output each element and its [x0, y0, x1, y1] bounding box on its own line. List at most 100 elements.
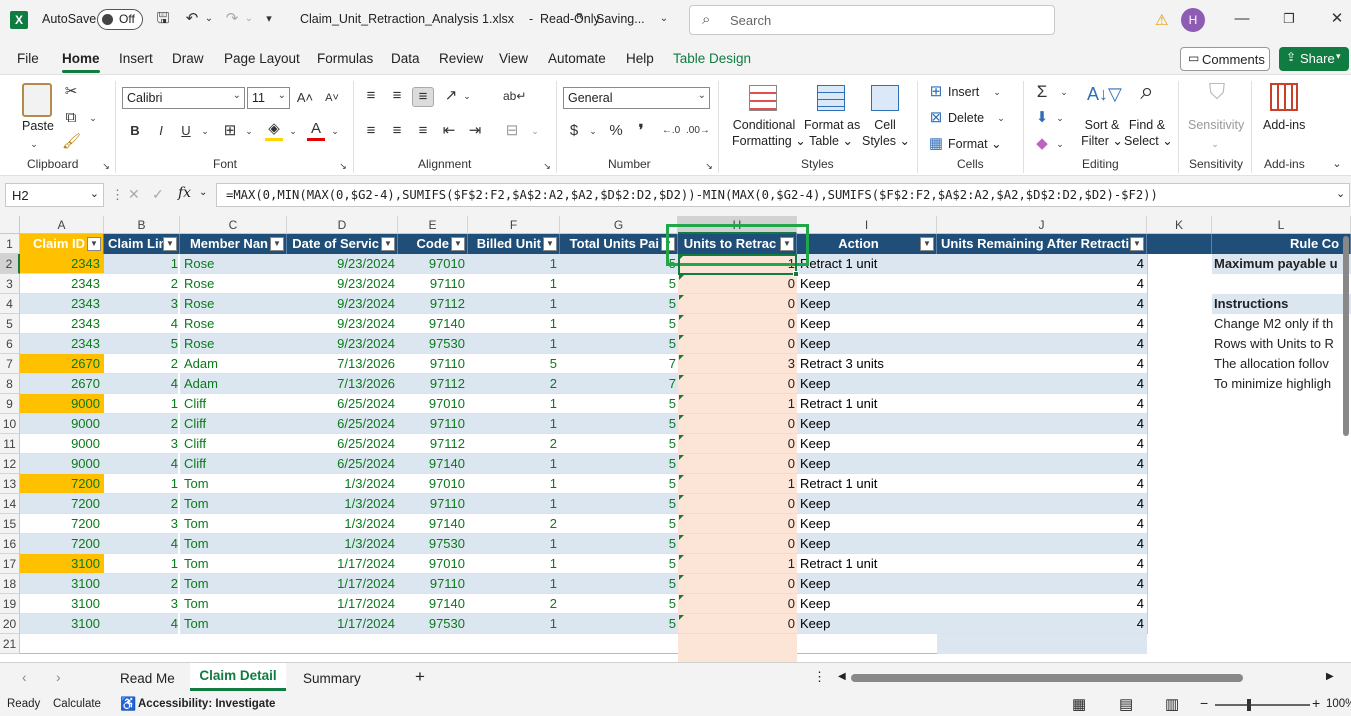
comma-style-icon[interactable]: ❜ [634, 122, 648, 140]
table-cell[interactable]: 4 [937, 454, 1147, 474]
table-cell[interactable]: 1 [468, 554, 560, 574]
table-cell[interactable]: 3100 [20, 614, 104, 634]
table-cell[interactable]: Keep [797, 534, 937, 554]
add-sheet-icon[interactable]: + [415, 667, 425, 687]
table-cell[interactable]: 97110 [398, 274, 468, 294]
increase-decimal-icon[interactable]: ←.0 [660, 122, 682, 140]
table-cell[interactable]: 1 [104, 254, 178, 274]
table-cell[interactable]: 2 [468, 434, 560, 454]
table-header-cell[interactable]: Action ▼ [797, 234, 937, 254]
scroll-right-icon[interactable]: ▶ [1326, 671, 1334, 682]
table-cell[interactable]: Keep [797, 414, 937, 434]
format-as-table-icon[interactable] [817, 85, 845, 111]
table-cell[interactable]: 97010 [398, 394, 468, 414]
table-cell[interactable]: Cliff [180, 454, 287, 474]
fill-color-dropdown-icon[interactable]: ⌄ [288, 122, 298, 140]
align-right-icon[interactable]: ≡ [414, 122, 432, 140]
table-cell[interactable]: Retract 1 unit [797, 394, 937, 414]
table-header-cell[interactable]: Billed Unit ▼ [468, 234, 560, 254]
clear-icon[interactable]: ◆ [1034, 135, 1050, 153]
error-indicator-icon[interactable] [679, 495, 684, 500]
number-launcher-icon[interactable]: ↘ [704, 157, 714, 175]
row-header[interactable]: 10 [0, 414, 20, 434]
row-header[interactable]: 3 [0, 274, 20, 294]
sort-filter-button[interactable]: Sort & Filter ⌄ [1080, 117, 1124, 149]
table-cell[interactable]: 0 [678, 314, 797, 334]
fill-color-icon[interactable]: ◈ [265, 120, 283, 141]
error-indicator-icon[interactable] [679, 395, 684, 400]
table-cell[interactable]: 1 [678, 394, 797, 414]
table-cell[interactable]: 2 [104, 494, 178, 514]
table-cell[interactable]: Keep [797, 594, 937, 614]
table-cell[interactable]: Tom [180, 594, 287, 614]
clear-dropdown-icon[interactable]: ⌄ [1055, 135, 1065, 153]
table-cell[interactable]: 7200 [20, 514, 104, 534]
error-indicator-icon[interactable] [679, 275, 684, 280]
table-header-cell[interactable]: Total Units Pai ▼ [560, 234, 678, 254]
table-cell[interactable]: 0 [678, 334, 797, 354]
error-indicator-icon[interactable] [679, 355, 684, 360]
customize-qat-icon[interactable]: ▾ [262, 10, 276, 28]
table-cell[interactable]: 97140 [398, 594, 468, 614]
tab-formulas[interactable]: Formulas [317, 51, 373, 66]
error-indicator-icon[interactable] [679, 535, 684, 540]
table-cell[interactable]: 9/23/2024 [287, 294, 398, 314]
paste-button[interactable]: Paste [22, 118, 54, 134]
decrease-decimal-icon[interactable]: .00→ [686, 122, 710, 140]
table-cell[interactable]: 2343 [20, 294, 104, 314]
row-header[interactable]: 18 [0, 574, 20, 594]
tab-page-layout[interactable]: Page Layout [224, 51, 300, 66]
table-cell[interactable]: 2343 [20, 334, 104, 354]
table-cell[interactable]: 3100 [20, 554, 104, 574]
tab-help[interactable]: Help [626, 51, 654, 66]
filter-dropdown-icon[interactable]: ▼ [1130, 237, 1144, 251]
borders-dropdown-icon[interactable]: ⌄ [244, 122, 254, 140]
name-box[interactable]: H2 ⌄ [5, 183, 104, 207]
tab-insert[interactable]: Insert [119, 51, 153, 66]
table-cell[interactable]: 2 [104, 414, 178, 434]
table-cell[interactable]: 4 [937, 294, 1147, 314]
minimize-icon[interactable]: — [1232, 10, 1252, 28]
tab-data[interactable]: Data [391, 51, 420, 66]
table-cell[interactable]: Tom [180, 534, 287, 554]
insert-function-icon[interactable]: fx [178, 185, 191, 201]
table-cell[interactable]: 2343 [20, 314, 104, 334]
row-header[interactable]: 14 [0, 494, 20, 514]
autosave-toggle[interactable]: Off [97, 9, 143, 30]
table-cell[interactable]: 5 [560, 434, 678, 454]
conditional-formatting-icon[interactable] [749, 85, 777, 111]
table-cell[interactable]: 0 [678, 594, 797, 614]
table-cell[interactable]: 97110 [398, 574, 468, 594]
error-indicator-icon[interactable] [679, 415, 684, 420]
calculate-status[interactable]: Calculate [53, 698, 101, 710]
rule-text-cell[interactable]: Rows with Units to R [1212, 334, 1351, 354]
table-cell[interactable]: 1/17/2024 [287, 574, 398, 594]
rule-text-cell[interactable]: Change M2 only if th [1212, 314, 1351, 334]
tab-home[interactable]: Home [62, 51, 100, 66]
column-header[interactable]: E [398, 216, 468, 234]
sensitivity-icon[interactable]: ⛉ [1203, 81, 1231, 103]
table-cell[interactable]: 5 [560, 334, 678, 354]
page-break-view-icon[interactable]: ▥ [1165, 695, 1179, 713]
table-cell[interactable]: 5 [560, 614, 678, 634]
tab-file[interactable]: File [17, 51, 39, 66]
tab-view[interactable]: View [499, 51, 528, 66]
align-center-icon[interactable]: ≡ [388, 122, 406, 140]
table-cell[interactable]: 97140 [398, 454, 468, 474]
table-cell[interactable]: 9/23/2024 [287, 274, 398, 294]
table-cell[interactable]: Keep [797, 374, 937, 394]
table-cell[interactable]: 1/3/2024 [287, 534, 398, 554]
sheet-tab-claim-detail[interactable]: Claim Detail [190, 663, 286, 691]
row-header[interactable]: 15 [0, 514, 20, 534]
table-cell[interactable]: 1/17/2024 [287, 554, 398, 574]
row-header[interactable]: 12 [0, 454, 20, 474]
cell-styles-icon[interactable] [871, 85, 899, 111]
error-indicator-icon[interactable] [679, 435, 684, 440]
delete-cells-button[interactable]: Delete [948, 110, 984, 126]
align-left-icon[interactable]: ≡ [362, 122, 380, 140]
insert-cells-icon[interactable]: ⊞ [928, 83, 944, 101]
table-cell[interactable]: 9000 [20, 454, 104, 474]
table-cell[interactable]: 5 [560, 574, 678, 594]
row-header[interactable]: 1 [0, 234, 20, 254]
row-header[interactable]: 6 [0, 334, 20, 354]
